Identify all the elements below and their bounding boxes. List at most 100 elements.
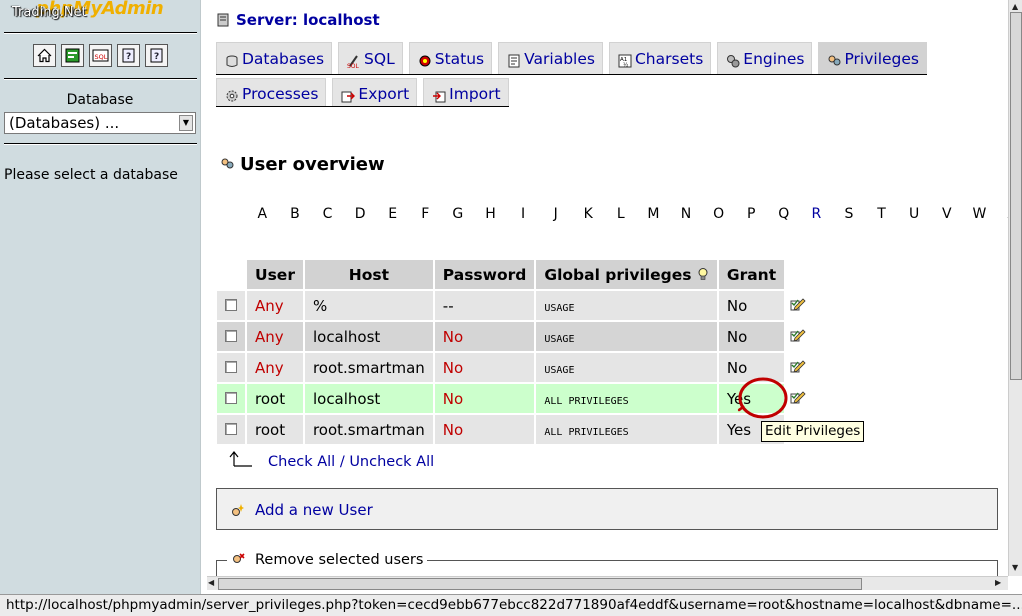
row-checkbox[interactable] bbox=[225, 329, 237, 342]
table-row[interactable]: root localhost No ALL PRIVILEGES Yes bbox=[217, 384, 816, 413]
letter-w[interactable]: W bbox=[963, 206, 996, 222]
letter-p[interactable]: P bbox=[735, 206, 768, 222]
grant-cell: No bbox=[718, 291, 785, 320]
user-cell: Any bbox=[247, 353, 303, 382]
letter-g[interactable]: G bbox=[442, 206, 475, 222]
mysql-docs-icon[interactable]: ? bbox=[145, 44, 168, 67]
server-title[interactable]: Server: localhost bbox=[216, 11, 380, 29]
host-cell: localhost bbox=[304, 384, 433, 413]
edit-cell bbox=[786, 291, 816, 320]
letter-h[interactable]: H bbox=[474, 206, 507, 222]
letter-i[interactable]: I bbox=[507, 206, 540, 222]
edit-privileges-icon[interactable] bbox=[790, 327, 806, 343]
letter-q[interactable]: Q bbox=[768, 206, 801, 222]
password-value: No bbox=[442, 420, 464, 439]
tab-charsets[interactable]: A1 ½ Charsets bbox=[608, 42, 712, 74]
letter-l[interactable]: L bbox=[605, 206, 638, 222]
scroll-right-icon[interactable]: ▶ bbox=[995, 578, 1001, 587]
edit-privileges-icon[interactable] bbox=[790, 389, 806, 405]
horizontal-scrollbar[interactable]: ◀ ▶ bbox=[207, 576, 1008, 590]
documentation-icon[interactable]: ? bbox=[117, 44, 140, 67]
add-user-icon bbox=[232, 504, 244, 516]
scrollbar-thumb[interactable] bbox=[1010, 12, 1022, 380]
privileges-value: USAGE bbox=[544, 364, 575, 376]
remove-users-fieldset: Remove selected users bbox=[216, 552, 998, 576]
letter-n[interactable]: N bbox=[670, 206, 703, 222]
tab-engines[interactable]: Engines bbox=[717, 42, 813, 74]
page-title-text: User overview bbox=[240, 154, 385, 175]
vertical-scrollbar[interactable]: ▲ ▼ bbox=[1008, 0, 1022, 576]
host-cell: % bbox=[304, 291, 433, 320]
scroll-left-icon[interactable]: ◀ bbox=[208, 578, 214, 587]
tab-variables[interactable]: Variables bbox=[498, 42, 603, 74]
home-icon[interactable] bbox=[33, 44, 56, 67]
letter-k[interactable]: K bbox=[572, 206, 605, 222]
table-row[interactable]: Any localhost No USAGE No bbox=[217, 322, 816, 351]
privileges-value: ALL PRIVILEGES bbox=[544, 395, 629, 407]
user-value: root bbox=[255, 420, 286, 439]
password-value: No bbox=[442, 358, 464, 377]
tab-databases[interactable]: Databases bbox=[216, 42, 333, 74]
status-icon bbox=[419, 55, 431, 67]
divider bbox=[4, 143, 197, 145]
letter-u[interactable]: U bbox=[898, 206, 931, 222]
column-header-global-privileges: Global privileges bbox=[536, 260, 717, 289]
letter-t[interactable]: T bbox=[865, 206, 898, 222]
server-icon bbox=[217, 13, 229, 27]
main-frame: Server: localhost Databases SQL SQL Statu… bbox=[202, 0, 1008, 576]
host-cell: localhost bbox=[304, 322, 433, 351]
export-icon bbox=[341, 91, 356, 103]
uncheck-all-link[interactable]: Uncheck All bbox=[349, 454, 434, 470]
letter-x[interactable]: X bbox=[996, 206, 1008, 222]
chevron-down-icon[interactable]: ▼ bbox=[179, 115, 193, 131]
query-window-icon[interactable] bbox=[61, 44, 84, 67]
scrollbar-thumb[interactable] bbox=[218, 578, 862, 590]
letter-d[interactable]: D bbox=[344, 206, 377, 222]
user-value: Any bbox=[255, 358, 284, 377]
letter-s[interactable]: S bbox=[833, 206, 866, 222]
row-checkbox[interactable] bbox=[225, 360, 237, 373]
letter-v[interactable]: V bbox=[930, 206, 963, 222]
table-row[interactable]: Any root.smartman No USAGE No bbox=[217, 353, 816, 382]
table-row[interactable]: Any% -- USAGE No bbox=[217, 291, 816, 320]
add-user-link[interactable]: Add a new User bbox=[255, 501, 373, 519]
letter-m[interactable]: M bbox=[637, 206, 670, 222]
status-bar: http://localhost/phpmyadmin/server_privi… bbox=[0, 594, 1022, 616]
row-checkbox-cell bbox=[217, 322, 245, 351]
svg-text:½: ½ bbox=[623, 62, 628, 69]
tab-import[interactable]: Import bbox=[423, 78, 509, 106]
letter-f[interactable]: F bbox=[409, 206, 442, 222]
letter-a[interactable]: A bbox=[246, 206, 279, 222]
column-header-user: User bbox=[247, 260, 303, 289]
tab-export[interactable]: Export bbox=[332, 78, 418, 106]
tab-sql[interactable]: SQL SQL bbox=[338, 42, 403, 74]
left-icon-bar: SQL ? ? bbox=[33, 44, 168, 67]
scroll-up-icon[interactable]: ▲ bbox=[1012, 2, 1018, 11]
edit-privileges-icon[interactable] bbox=[790, 358, 806, 374]
row-checkbox[interactable] bbox=[225, 391, 237, 404]
letter-r[interactable]: R bbox=[800, 206, 833, 222]
scroll-down-icon[interactable]: ▼ bbox=[1012, 563, 1018, 572]
privileges-cell: USAGE bbox=[536, 353, 717, 382]
tab-privileges[interactable]: Privileges bbox=[818, 42, 928, 74]
user-cell: root bbox=[247, 384, 303, 413]
letter-b[interactable]: B bbox=[279, 206, 312, 222]
sql-icon[interactable]: SQL bbox=[89, 44, 112, 67]
tab-processes[interactable]: Processes bbox=[216, 78, 327, 106]
tab-status[interactable]: Status bbox=[408, 42, 493, 74]
letter-c[interactable]: C bbox=[311, 206, 344, 222]
server-tabs-row2: Processes Export Import bbox=[216, 78, 509, 107]
edit-cell bbox=[786, 322, 816, 351]
tab-label: Charsets bbox=[634, 50, 704, 68]
check-all-link[interactable]: Check All bbox=[268, 454, 335, 470]
users-table: User Host Password Global privileges Gra… bbox=[215, 258, 818, 446]
letter-e[interactable]: E bbox=[376, 206, 409, 222]
letter-j[interactable]: J bbox=[539, 206, 572, 222]
table-row[interactable]: root root.smartman No ALL PRIVILEGES Yes bbox=[217, 415, 816, 444]
row-checkbox[interactable] bbox=[225, 422, 237, 435]
edit-privileges-icon[interactable] bbox=[790, 296, 806, 312]
sql-icon: SQL bbox=[347, 55, 360, 68]
letter-o[interactable]: O bbox=[702, 206, 735, 222]
row-checkbox[interactable] bbox=[225, 298, 237, 311]
database-select[interactable]: (Databases) ... ▼ bbox=[4, 112, 196, 134]
